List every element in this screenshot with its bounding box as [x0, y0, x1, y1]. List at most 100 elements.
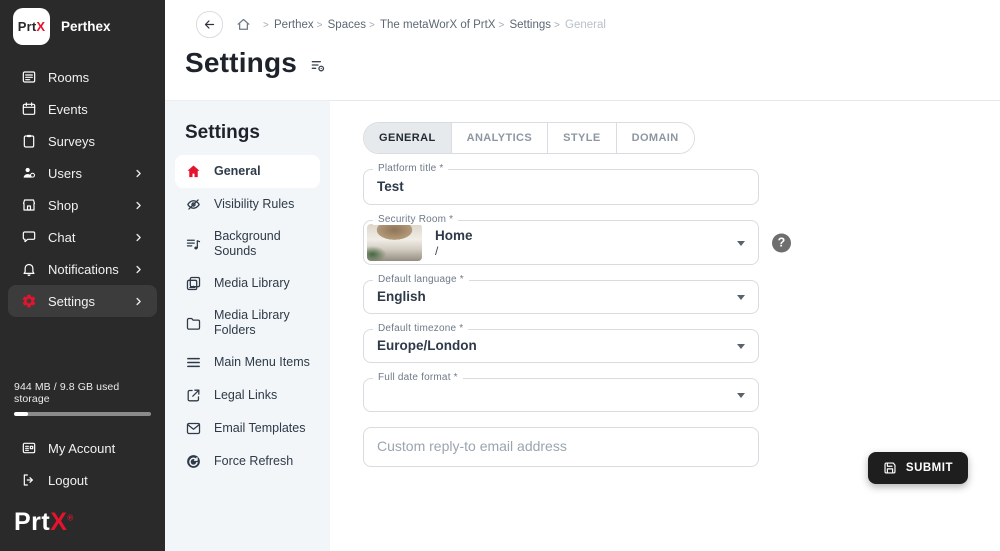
chevron-right-icon	[133, 296, 144, 307]
caret-down-icon	[737, 393, 745, 398]
breadcrumb: Perthex Spaces The metaWorX of PrtX Sett…	[196, 11, 606, 38]
sidebar-item-label: Events	[48, 102, 88, 117]
page-title-row: Settings	[185, 47, 326, 79]
settings-nav-item-legal-links[interactable]: Legal Links	[175, 379, 320, 412]
brand: PrtX Perthex	[0, 0, 165, 51]
settings-nav-label: Media Library Folders	[214, 308, 310, 338]
breadcrumb-item[interactable]: Spaces	[314, 19, 366, 31]
sidebar-nav: Rooms Events Surveys Users Shop	[0, 51, 165, 317]
envelope-icon	[185, 420, 202, 437]
footer-logo-prefix: Prt	[14, 508, 50, 536]
sidebar-item-surveys[interactable]: Surveys	[8, 125, 157, 157]
settings-nav-label: General	[214, 164, 261, 179]
reply-to-email-input[interactable]	[377, 438, 745, 454]
sidebar-item-settings[interactable]: Settings	[8, 285, 157, 317]
security-room-select[interactable]: Security Room * Home / ?	[363, 220, 759, 265]
settings-nav-item-media-library-folders[interactable]: Media Library Folders	[175, 300, 320, 346]
sidebar-item-logout[interactable]: Logout	[8, 464, 157, 496]
settings-nav-item-media-library[interactable]: Media Library	[175, 267, 320, 300]
room-thumbnail	[367, 224, 422, 261]
full-date-format-value	[377, 387, 728, 403]
id-badge-icon	[21, 440, 37, 456]
chat-icon	[21, 229, 37, 245]
external-link-icon	[185, 387, 202, 404]
submit-label: SUBMIT	[906, 462, 953, 474]
sidebar-item-notifications[interactable]: Notifications	[8, 253, 157, 285]
sidebar-item-label: Users	[48, 166, 82, 181]
sidebar-item-label: Logout	[48, 473, 88, 488]
settings-nav-item-general[interactable]: General	[175, 155, 320, 188]
breadcrumb-item[interactable]: Settings	[495, 19, 551, 31]
sidebar-item-label: Settings	[48, 294, 95, 309]
storage-text: 944 MB / 9.8 GB used storage	[14, 381, 151, 405]
gear-icon	[21, 293, 37, 309]
help-icon[interactable]: ?	[772, 233, 791, 252]
bell-icon	[21, 261, 37, 277]
security-room-label: Security Room *	[373, 214, 458, 225]
sidebar-item-events[interactable]: Events	[8, 93, 157, 125]
brand-logo: PrtX	[13, 8, 50, 45]
footer-logo: PrtX®	[0, 496, 165, 551]
arrow-left-icon	[203, 18, 216, 31]
sidebar-item-users[interactable]: Users	[8, 157, 157, 189]
settings-sidebar-title: Settings	[165, 101, 330, 155]
settings-tabs: GENERAL ANALYTICS STYLE DOMAIN	[363, 122, 695, 154]
back-button[interactable]	[196, 11, 223, 38]
settings-nav-item-main-menu-items[interactable]: Main Menu Items	[175, 346, 320, 379]
breadcrumb-items: Perthex Spaces The metaWorX of PrtX Sett…	[260, 19, 606, 31]
default-timezone-value: Europe/London	[377, 338, 728, 354]
sidebar-item-label: Surveys	[48, 134, 95, 149]
breadcrumb-item[interactable]: The metaWorX of PrtX	[366, 19, 495, 31]
settings-nav-item-email-templates[interactable]: Email Templates	[175, 412, 320, 445]
storage-indicator: 944 MB / 9.8 GB used storage	[0, 381, 165, 416]
settings-nav-item-force-refresh[interactable]: Force Refresh	[175, 445, 320, 478]
tab-general[interactable]: GENERAL	[364, 123, 451, 153]
room-name: Home	[435, 228, 473, 244]
caret-down-icon	[737, 241, 745, 246]
settings-nav-label: Visibility Rules	[214, 197, 294, 212]
sidebar-item-label: My Account	[48, 441, 115, 456]
save-icon	[883, 461, 897, 475]
default-timezone-select[interactable]: Default timezone * Europe/London	[363, 329, 759, 363]
settings-nav-label: Main Menu Items	[214, 355, 310, 370]
page-header: Perthex Spaces The metaWorX of PrtX Sett…	[165, 0, 1000, 100]
chevron-right-icon	[133, 264, 144, 275]
menu-icon	[185, 354, 202, 371]
tab-style[interactable]: STYLE	[547, 123, 615, 153]
sidebar-item-chat[interactable]: Chat	[8, 221, 157, 253]
settings-form-panel: GENERAL ANALYTICS STYLE DOMAIN Platform …	[330, 100, 1000, 551]
submit-button[interactable]: SUBMIT	[868, 452, 968, 484]
chevron-right-icon	[133, 168, 144, 179]
settings-nav-label: Media Library	[214, 276, 290, 291]
tab-domain[interactable]: DOMAIN	[616, 123, 694, 153]
settings-nav-item-visibility-rules[interactable]: Visibility Rules	[175, 188, 320, 221]
breadcrumb-item-current: General	[551, 19, 606, 31]
full-date-format-select[interactable]: Full date format *	[363, 378, 759, 412]
logout-icon	[21, 472, 37, 488]
settings-sidebar: Settings General Visibility Rules Backgr…	[165, 100, 330, 551]
tab-analytics[interactable]: ANALYTICS	[451, 123, 548, 153]
page-title: Settings	[185, 47, 297, 79]
list-settings-icon[interactable]	[310, 58, 326, 74]
caret-down-icon	[737, 295, 745, 300]
footer-logo-suffix: X	[50, 508, 67, 536]
surveys-icon	[21, 133, 37, 149]
sidebar-item-shop[interactable]: Shop	[8, 189, 157, 221]
platform-title-input[interactable]	[377, 179, 728, 195]
room-path: /	[435, 244, 473, 258]
chevron-right-icon	[133, 200, 144, 211]
platform-title-field[interactable]: Platform title *	[363, 169, 759, 205]
sidebar-item-rooms[interactable]: Rooms	[8, 61, 157, 93]
settings-nav-item-background-sounds[interactable]: Background Sounds	[175, 221, 320, 267]
reply-to-email-field[interactable]	[363, 427, 759, 467]
room-text: Home /	[435, 228, 473, 258]
sidebar-item-my-account[interactable]: My Account	[8, 432, 157, 464]
home-icon[interactable]	[236, 17, 251, 32]
caret-down-icon	[737, 344, 745, 349]
breadcrumb-item[interactable]: Perthex	[260, 19, 314, 31]
app-root: PrtX Perthex Rooms Events Surveys Users	[0, 0, 1000, 551]
default-language-select[interactable]: Default language * English	[363, 280, 759, 314]
eye-off-icon	[185, 196, 202, 213]
general-settings-form: Platform title * Security Room * Home / …	[363, 169, 759, 467]
logo-suffix: X	[36, 19, 45, 34]
